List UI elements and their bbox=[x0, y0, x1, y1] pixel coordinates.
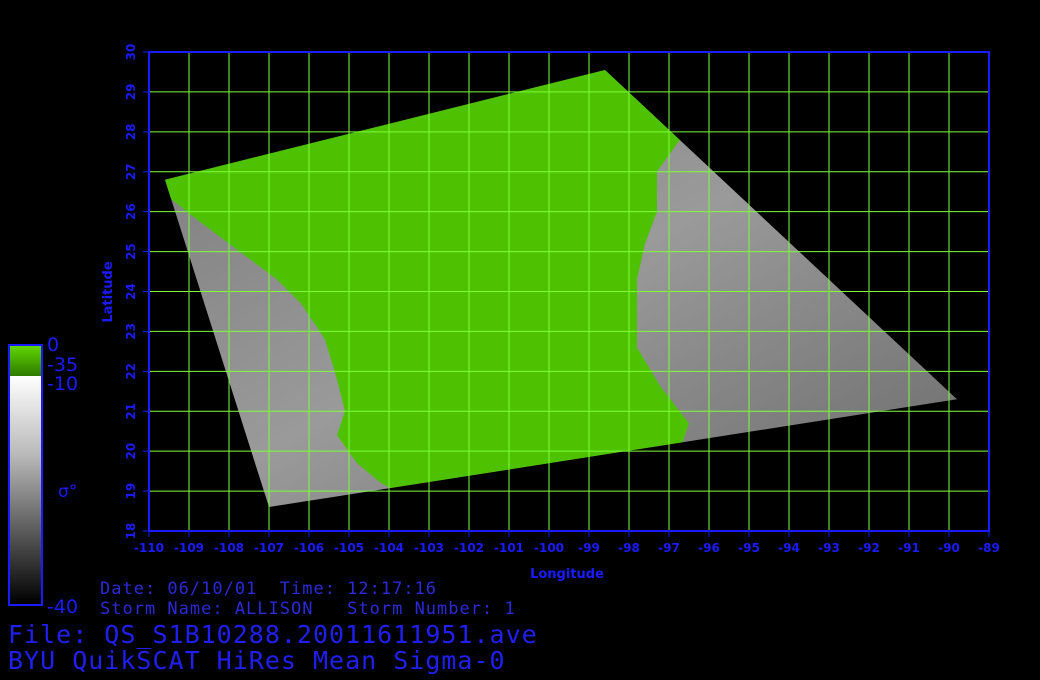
y-tick-label: 30 bbox=[124, 44, 138, 61]
y-tick-label: 29 bbox=[124, 84, 138, 101]
y-tick-label: 19 bbox=[124, 483, 138, 500]
y-tick-label: 18 bbox=[124, 523, 138, 540]
x-tick-label: -103 bbox=[414, 541, 444, 555]
y-axis-label: Latitude bbox=[101, 261, 116, 323]
x-tick-label: -91 bbox=[898, 541, 920, 555]
x-tick-label: -98 bbox=[618, 541, 640, 555]
file-name-line: File: QS_S1B10288.20011611951.ave bbox=[8, 620, 538, 649]
longitude-tick-labels: -110 -109 -108 -107 -106 -105 -104 -103 -102 -101… bbox=[134, 531, 1000, 555]
x-tick-label: -110 bbox=[134, 541, 164, 555]
x-tick-label: -105 bbox=[334, 541, 364, 555]
colorbar-ocean-top-label: -10 bbox=[47, 373, 79, 395]
y-tick-label: 25 bbox=[124, 243, 138, 260]
x-tick-label: -90 bbox=[938, 541, 960, 555]
y-tick-label: 24 bbox=[124, 283, 138, 300]
colorbar-land-segment bbox=[10, 346, 41, 376]
y-tick-label: 21 bbox=[124, 403, 138, 420]
colorbar-ocean-segment bbox=[10, 376, 41, 604]
x-axis-label: Longitude bbox=[530, 567, 604, 582]
colorbar-land-top-label: 0 bbox=[47, 334, 60, 356]
colorbar-sigma-symbol: σ° bbox=[58, 482, 78, 502]
x-tick-label: -104 bbox=[374, 541, 404, 555]
y-tick-label: 22 bbox=[124, 363, 138, 380]
product-title-line: BYU QuikSCAT HiRes Mean Sigma-0 bbox=[8, 646, 506, 675]
y-tick-label: 27 bbox=[124, 163, 138, 180]
x-tick-label: -89 bbox=[978, 541, 1000, 555]
x-tick-label: -93 bbox=[818, 541, 840, 555]
date-time-line: Date: 06/10/01 Time: 12:17:16 bbox=[100, 579, 438, 599]
y-tick-label: 26 bbox=[124, 203, 138, 220]
x-tick-label: -95 bbox=[738, 541, 760, 555]
x-tick-label: -99 bbox=[578, 541, 600, 555]
storm-line: Storm Name: ALLISON Storm Number: 1 bbox=[100, 599, 516, 619]
x-tick-label: -107 bbox=[254, 541, 284, 555]
x-tick-label: -100 bbox=[534, 541, 564, 555]
x-tick-label: -97 bbox=[658, 541, 680, 555]
sigma0-map: -110 -109 -108 -107 -106 -105 -104 -103 -102 -101… bbox=[8, 44, 1000, 606]
x-tick-label: -106 bbox=[294, 541, 324, 555]
y-tick-label: 23 bbox=[124, 323, 138, 340]
x-tick-label: -94 bbox=[778, 541, 800, 555]
x-tick-label: -102 bbox=[454, 541, 484, 555]
x-tick-label: -101 bbox=[494, 541, 524, 555]
colorbar bbox=[8, 344, 43, 606]
x-tick-label: -108 bbox=[214, 541, 244, 555]
latitude-tick-labels: 18 19 20 21 22 23 24 25 26 27 28 29 30 bbox=[124, 44, 149, 540]
x-tick-label: -92 bbox=[858, 541, 880, 555]
x-tick-label: -109 bbox=[174, 541, 204, 555]
colorbar-ocean-bottom-label: -40 bbox=[47, 596, 79, 618]
x-tick-label: -96 bbox=[698, 541, 720, 555]
y-tick-label: 28 bbox=[124, 123, 138, 140]
y-tick-label: 20 bbox=[124, 443, 138, 460]
